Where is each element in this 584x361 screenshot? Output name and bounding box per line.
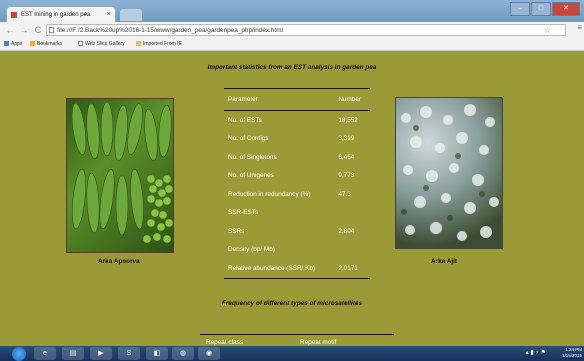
star-icon (30, 41, 35, 47)
table-cell: SSRs (228, 227, 245, 235)
bookmarks-bar: Apps Bookmarks Web Slice Gallery Importe… (0, 39, 584, 51)
table-cell: Density (bp/ Mb) (228, 246, 275, 254)
table-header-row: Parameter Number (224, 88, 370, 111)
arka-ajit-photo (395, 97, 503, 249)
ie-taskbar-icon[interactable]: e (34, 347, 56, 360)
table-cell: Reduction in redundancy (%) (228, 190, 311, 198)
bookmark-star-icon[interactable]: ☆ (544, 25, 551, 36)
table-row: Relative abundance (SSR/ Kb) 2.0171 (224, 259, 370, 279)
forward-icon[interactable]: → (18, 24, 30, 36)
table-row: No. of Contigs 3,319 (224, 130, 370, 149)
bookmark-apps[interactable]: Apps (4, 39, 22, 50)
table-row: SSRs 2,804 (224, 222, 370, 241)
table-row: No. of ESTs 18,552 (224, 111, 370, 130)
table-cell: 9,773 (338, 172, 355, 180)
table-cell (334, 204, 370, 223)
column-header: Parameter (224, 88, 335, 111)
back-icon[interactable]: ← (4, 24, 16, 36)
minimize-button[interactable]: – (510, 2, 530, 16)
app-taskbar-icon[interactable]: ◧ (146, 347, 168, 360)
page-icon (78, 41, 83, 47)
table-cell: No. of Contigs (228, 135, 269, 143)
chrome-taskbar-icon[interactable]: ◉ (198, 347, 220, 360)
url-text: file:///F:/2.Back%20up%2016-1-15/www/gar… (57, 27, 283, 34)
media-player-taskbar-icon[interactable]: ▶ (90, 347, 112, 360)
maximize-button[interactable]: □ (531, 2, 551, 16)
column-header: Repeat class (206, 339, 243, 346)
new-tab-button[interactable] (120, 9, 142, 21)
table-cell: 6,454 (338, 153, 355, 161)
table-cell: No. of Unigenes (228, 172, 274, 180)
bookmark-web-slice-gallery[interactable]: Web Slice Gallery (78, 39, 125, 50)
skype-taskbar-icon[interactable]: S (118, 347, 140, 360)
table-cell: 3,319 (338, 135, 355, 143)
bookmark-imported-from-ie[interactable]: Imported From IE (136, 39, 182, 50)
page-heading: Important statistics from an EST analysi… (207, 64, 377, 71)
start-button[interactable] (12, 347, 26, 361)
table-row: Density (bp/ Mb) (224, 241, 370, 260)
right-photo-caption: Arka Ajit (431, 258, 458, 265)
table-row: SSR-ESTs (224, 204, 370, 223)
tab-close-icon[interactable]: × (107, 7, 111, 23)
tab-title: EST mining in garden pea (21, 12, 91, 18)
table-cell: 18,552 (338, 116, 358, 124)
left-photo-caption: Arka Apoorva (98, 258, 140, 265)
taskbar: e ▤ ▶ S ◧ ◍ ◉ ▴ ▮ ◗ ⚑ 1:24 PM 1/15/2015 (0, 346, 584, 361)
table-row: No. of Singletons 6,454 (224, 148, 370, 167)
column-header: Number (334, 88, 370, 111)
browser-toolbar: ← → C file:///F:/2.Back%20up%2016-1-15/w… (0, 22, 584, 40)
arka-apoorva-photo (66, 98, 174, 253)
address-bar[interactable]: file:///F:/2.Back%20up%2016-1-15/www/gar… (46, 24, 566, 36)
table-cell: 47.3 (338, 190, 351, 198)
folder-icon (136, 41, 141, 47)
menu-icon[interactable]: ≡ (577, 22, 582, 33)
clock[interactable]: 1:24 PM 1/15/2015 (562, 347, 582, 359)
est-stats-table: Parameter Number No. of ESTs 18,552 No. o… (224, 88, 370, 279)
reload-icon[interactable]: C (32, 24, 44, 36)
browser-tab[interactable]: EST mining in garden pea × (6, 6, 116, 22)
page-icon (49, 27, 54, 33)
table-row: No. of Unigenes 9,773 (224, 167, 370, 186)
table-cell (334, 241, 370, 260)
column-header: Repeat motif (300, 339, 337, 346)
microsatellite-heading: Frequency of different types of microsat… (221, 300, 363, 307)
table-cell: Relative abundance (SSR/ Kb) (224, 259, 335, 279)
table-cell: SSR-ESTs (228, 209, 259, 217)
title-bar: EST mining in garden pea × – □ ✕ (0, 0, 584, 22)
table-cell: 2.0171 (334, 259, 370, 279)
table-row: Reduction in redundancy (%) 47.3 (224, 185, 370, 204)
table-cell: No. of ESTs (228, 116, 262, 124)
system-tray-icons[interactable]: ▴ ▮ ◗ ⚑ (526, 349, 546, 356)
window-controls: – □ ✕ (510, 2, 580, 16)
apps-icon (4, 41, 9, 47)
page-favicon-icon (11, 12, 17, 18)
table-cell: 2,804 (338, 227, 355, 235)
table-cell: No. of Singletons (228, 153, 277, 161)
close-window-button[interactable]: ✕ (552, 2, 580, 16)
tool-taskbar-icon[interactable]: ◍ (172, 347, 194, 360)
clock-date: 1/15/2015 (561, 353, 582, 358)
bookmark-bookmarks[interactable]: Bookmarks (30, 39, 62, 50)
explorer-taskbar-icon[interactable]: ▤ (62, 347, 84, 360)
